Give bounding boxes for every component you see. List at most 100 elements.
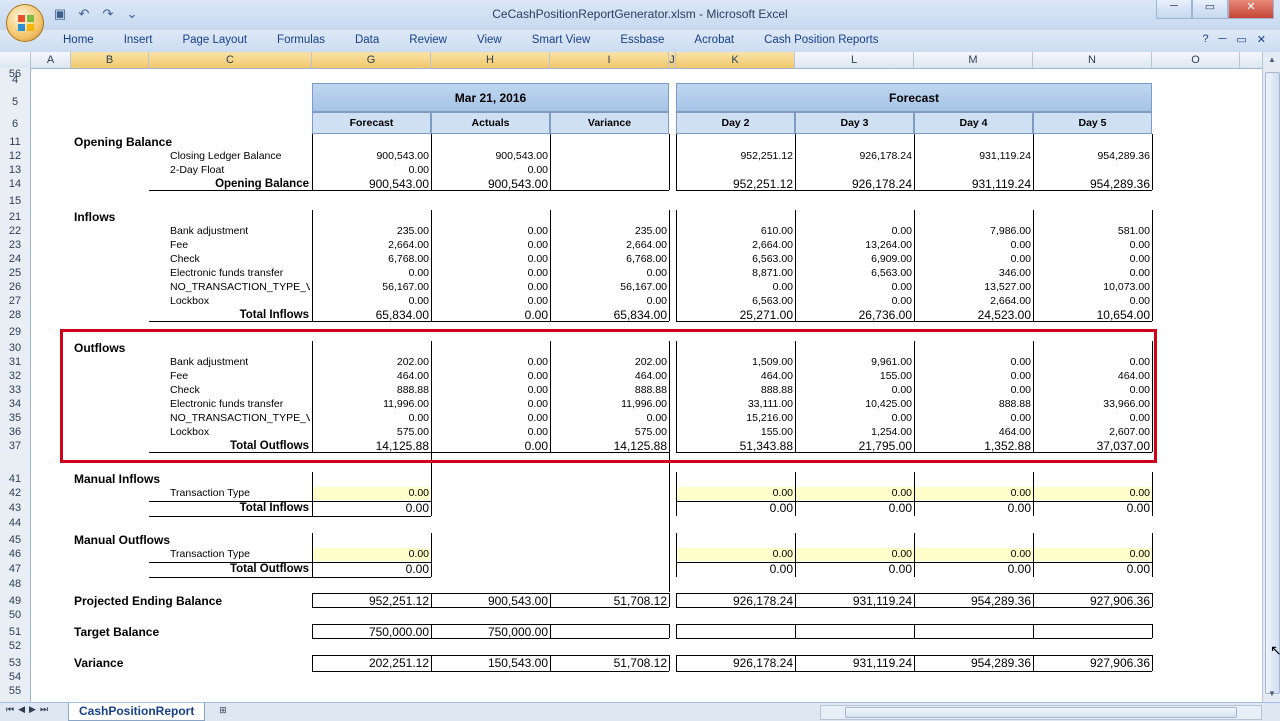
row-header[interactable]: 53	[0, 657, 30, 669]
value-cell[interactable]: 0.00	[312, 563, 429, 576]
tab-cash-position-reports[interactable]: Cash Position Reports	[749, 34, 893, 46]
value-cell[interactable]: 0.00	[1033, 502, 1150, 515]
row-header[interactable]: 45	[0, 534, 30, 546]
value-cell[interactable]: 900,543.00	[431, 150, 548, 163]
row-header[interactable]: 51	[0, 626, 30, 638]
value-cell[interactable]: 0.00	[431, 295, 548, 308]
value-cell[interactable]: 150,543.00	[431, 657, 548, 670]
row-header[interactable]: 22	[0, 225, 30, 237]
tab-essbase[interactable]: Essbase	[605, 34, 679, 46]
value-cell[interactable]: 0.00	[1033, 548, 1150, 561]
row-header[interactable]: 6	[0, 118, 30, 130]
value-cell[interactable]: 0.00	[795, 487, 912, 500]
value-cell[interactable]: 0.00	[795, 295, 912, 308]
vertical-scrollbar[interactable]: ▲ ▼	[1262, 52, 1280, 702]
row-header[interactable]: 36	[0, 426, 30, 438]
value-cell[interactable]: 0.00	[312, 502, 429, 515]
sheet-tab[interactable]: CashPositionReport	[68, 703, 206, 721]
row-header[interactable]: 32	[0, 370, 30, 382]
value-cell[interactable]: 0.00	[431, 164, 548, 177]
value-cell[interactable]: 0.00	[795, 281, 912, 294]
row-header[interactable]: 55	[0, 685, 30, 697]
value-cell[interactable]: 927,906.36	[1033, 657, 1150, 670]
tab-review[interactable]: Review	[394, 34, 462, 46]
row-header[interactable]: 42	[0, 487, 30, 499]
tab-smart-view[interactable]: Smart View	[517, 34, 606, 46]
value-cell[interactable]: 0.00	[676, 563, 793, 576]
value-cell[interactable]: 0.00	[914, 548, 1031, 561]
column-header[interactable]: A	[31, 52, 71, 68]
column-header[interactable]: H	[431, 52, 550, 68]
tab-home[interactable]: Home	[48, 34, 109, 46]
row-header[interactable]: 34	[0, 398, 30, 410]
minimize-button[interactable]: ─	[1156, 0, 1192, 19]
value-cell[interactable]: 10,073.00	[1033, 281, 1150, 294]
value-cell[interactable]: 2,664.00	[676, 239, 793, 252]
value-cell[interactable]: 0.00	[795, 225, 912, 238]
restore-button[interactable]: ▭	[1192, 0, 1228, 19]
row-header[interactable]: 27	[0, 295, 30, 307]
value-cell[interactable]: 0.00	[676, 548, 793, 561]
value-cell[interactable]: 0.00	[676, 502, 793, 515]
worksheet-grid[interactable]: Mar 21, 2016 Forecast Forecast Actuals V…	[31, 68, 1262, 702]
row-header[interactable]: 48	[0, 578, 30, 590]
value-cell[interactable]: 926,178.24	[676, 657, 793, 670]
value-cell[interactable]: 952,251.12	[676, 150, 793, 163]
help-icon[interactable]: ?	[1202, 33, 1208, 46]
value-cell[interactable]: 56,167.00	[312, 281, 429, 294]
row-header[interactable]: 46	[0, 548, 30, 560]
value-cell[interactable]: 0.00	[914, 253, 1031, 266]
value-cell[interactable]: 0.00	[431, 281, 548, 294]
horizontal-scroll-thumb[interactable]	[845, 707, 1237, 718]
row-header[interactable]: 52	[0, 640, 30, 652]
value-cell[interactable]: 0.00	[431, 225, 548, 238]
value-cell[interactable]: 56,167.00	[550, 281, 667, 294]
horizontal-scrollbar[interactable]	[820, 705, 1262, 720]
value-cell[interactable]: 0.00	[795, 548, 912, 561]
value-cell[interactable]: 0.00	[1033, 563, 1150, 576]
column-header[interactable]: K	[676, 52, 795, 68]
row-header[interactable]: 30	[0, 342, 30, 354]
row-header[interactable]: 35	[0, 412, 30, 424]
value-cell[interactable]: 610.00	[676, 225, 793, 238]
close-button[interactable]: ✕	[1228, 0, 1274, 19]
value-cell[interactable]: 954,289.36	[1033, 150, 1150, 163]
column-header[interactable]: M	[914, 52, 1033, 68]
next-sheet-icon[interactable]: ▶	[29, 704, 36, 715]
row-header[interactable]: 14	[0, 178, 30, 190]
row-header[interactable]: 29	[0, 326, 30, 338]
value-cell[interactable]: 0.00	[1033, 487, 1150, 500]
value-cell[interactable]: 926,178.24	[795, 150, 912, 163]
column-header[interactable]: O	[1152, 52, 1240, 68]
row-header[interactable]: 11	[0, 136, 30, 148]
value-cell[interactable]: 2,664.00	[312, 239, 429, 252]
value-cell[interactable]: 0.00	[1033, 253, 1150, 266]
value-cell[interactable]: 0.00	[431, 253, 548, 266]
value-cell[interactable]: 0.00	[914, 563, 1031, 576]
column-header[interactable]: I	[550, 52, 669, 68]
row-header[interactable]: 12	[0, 150, 30, 162]
value-cell[interactable]: 6,563.00	[676, 253, 793, 266]
row-header[interactable]: 47	[0, 563, 30, 575]
value-cell[interactable]: 0.00	[1033, 239, 1150, 252]
row-header[interactable]: 49	[0, 595, 30, 607]
restore-workbook-icon[interactable]: ▭	[1236, 33, 1246, 46]
value-cell[interactable]: 2,664.00	[550, 239, 667, 252]
column-header[interactable]: L	[795, 52, 914, 68]
value-cell[interactable]: 0.00	[914, 239, 1031, 252]
value-cell[interactable]: 8,871.00	[676, 267, 793, 280]
tab-acrobat[interactable]: Acrobat	[679, 34, 749, 46]
value-cell[interactable]: 235.00	[312, 225, 429, 238]
value-cell[interactable]: 931,119.24	[795, 657, 912, 670]
row-header[interactable]: 50	[0, 609, 30, 621]
row-header[interactable]: 13	[0, 164, 30, 176]
row-header[interactable]: 28	[0, 309, 30, 321]
row-header[interactable]: 26	[0, 281, 30, 293]
column-header[interactable]: C	[149, 52, 312, 68]
value-cell[interactable]: 202,251.12	[312, 657, 429, 670]
value-cell[interactable]: 0.00	[550, 267, 667, 280]
value-cell[interactable]: 6,909.00	[795, 253, 912, 266]
value-cell[interactable]: 0.00	[431, 267, 548, 280]
tab-view[interactable]: View	[462, 34, 517, 46]
scroll-down-arrow[interactable]: ▼	[1263, 686, 1280, 702]
